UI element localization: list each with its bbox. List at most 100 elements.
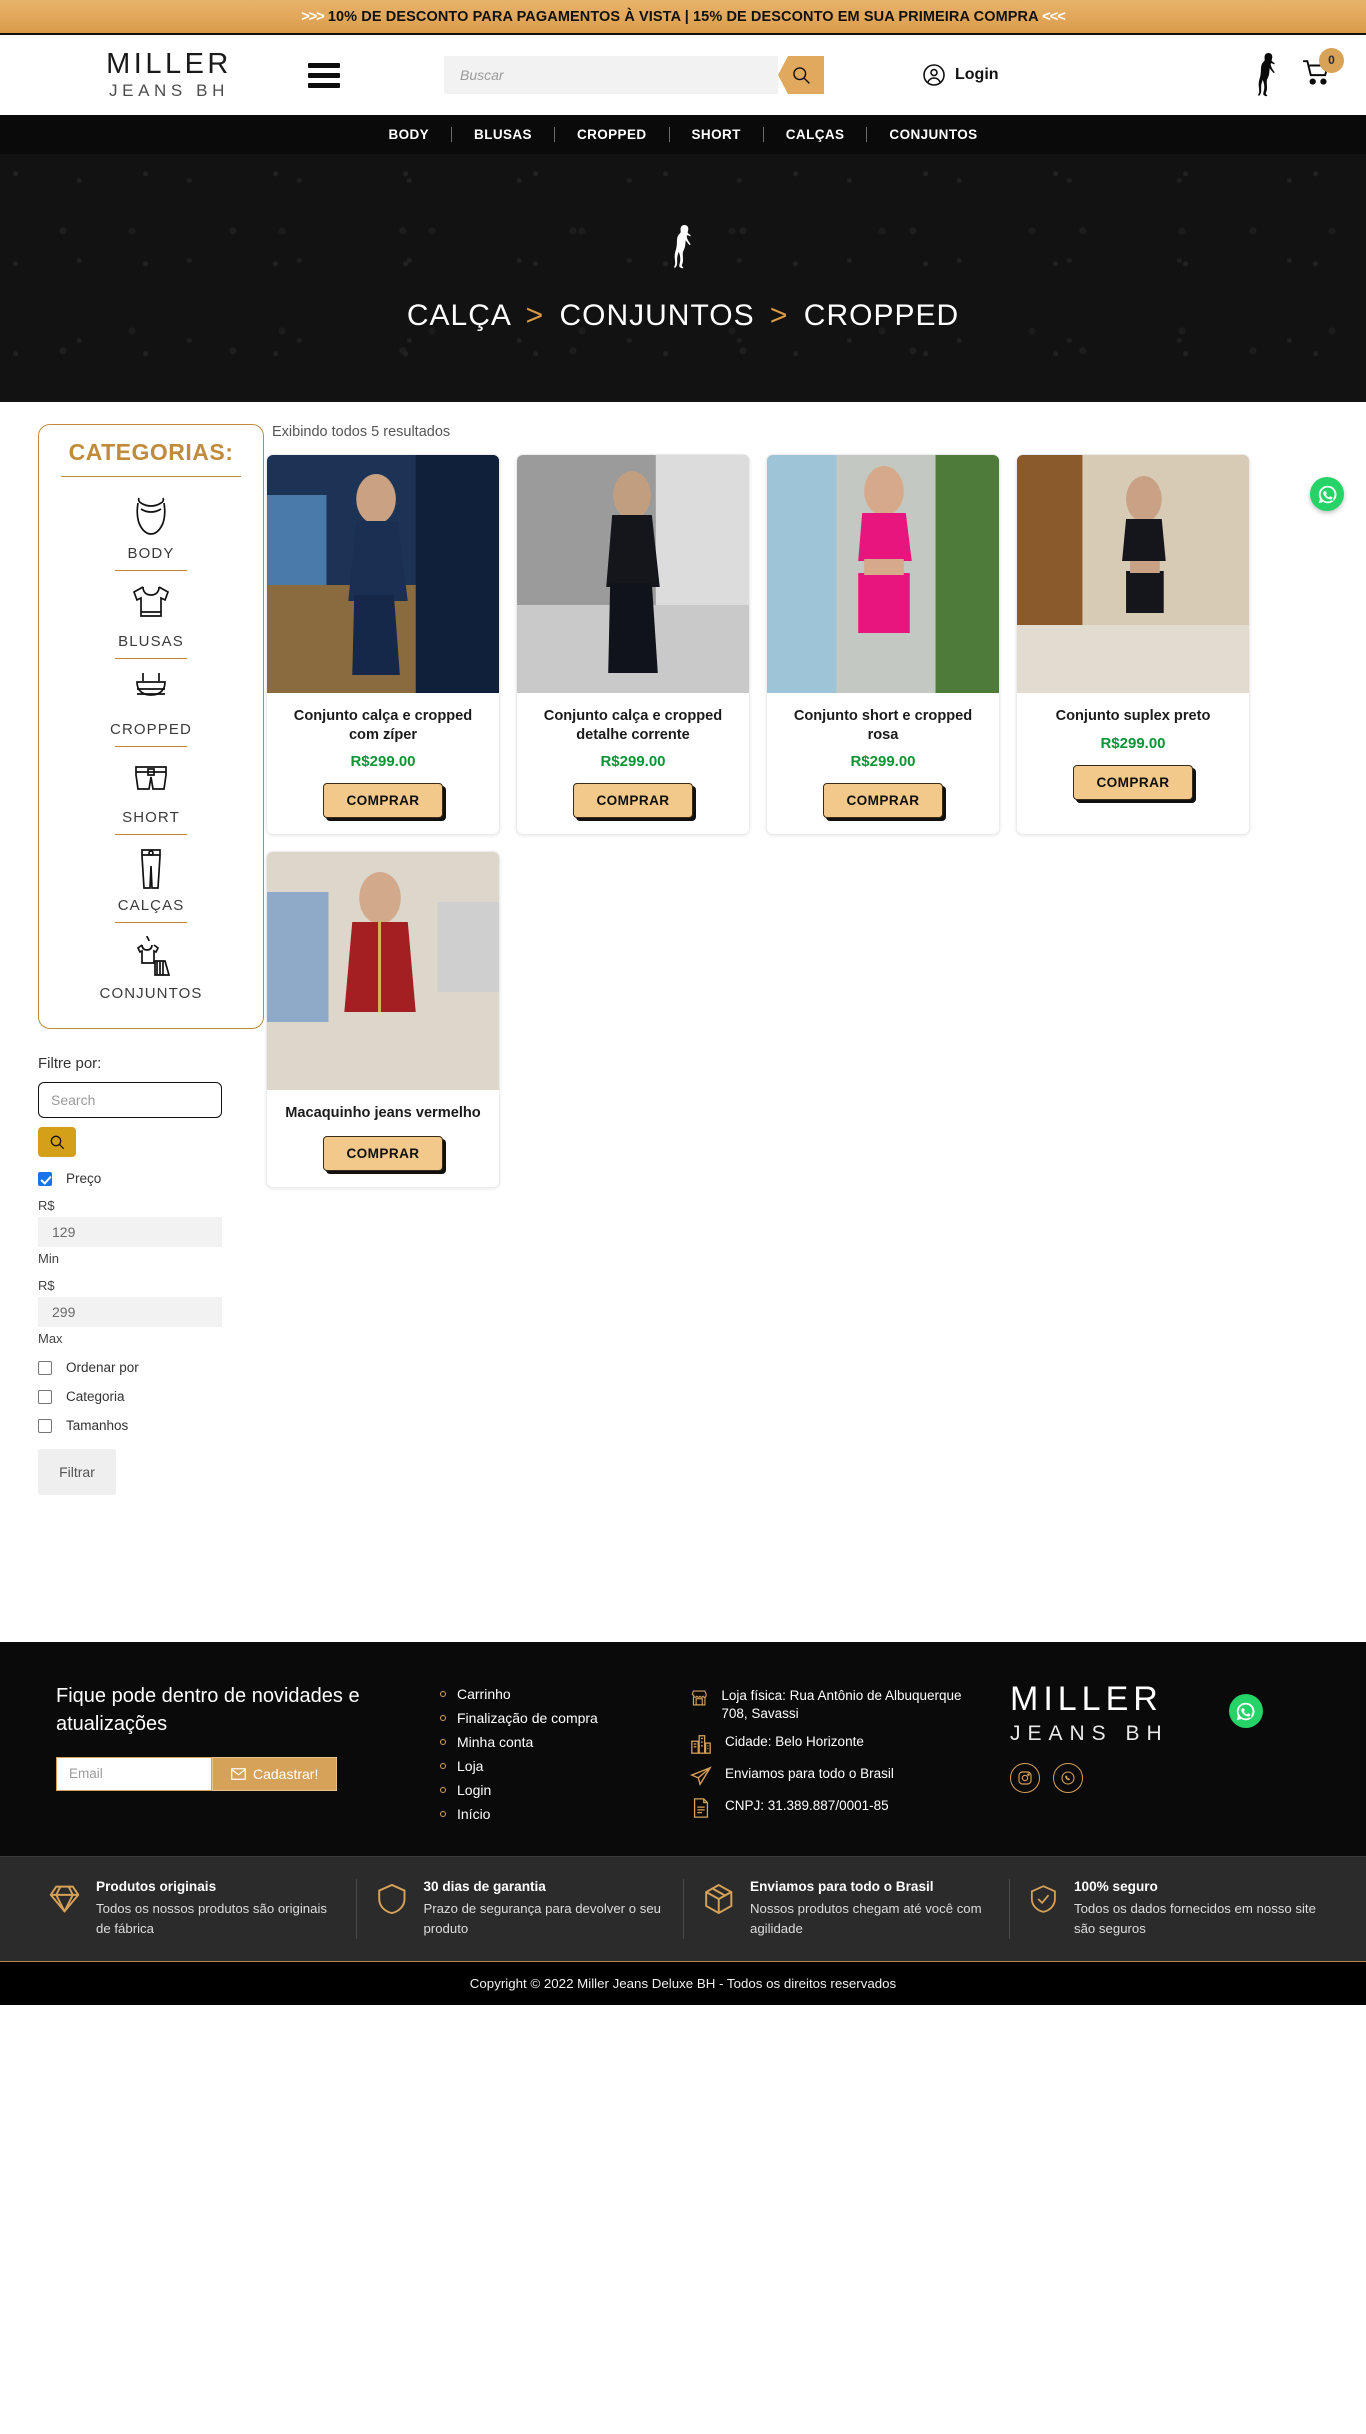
hamburger-menu-icon[interactable] [308,62,354,88]
newsletter-form: Cadastrar! [56,1756,440,1791]
sidebar-item-short[interactable]: SHORT [53,747,249,834]
sidebar-item-label: CROPPED [110,721,192,738]
product-card[interactable]: Conjunto suplex preto R$299.00 COMPRAR [1016,454,1250,836]
footer-link-label: Login [457,1782,492,1798]
buy-button[interactable]: COMPRAR [323,783,443,819]
footer-link-label: Minha conta [457,1734,534,1750]
nav-item-short[interactable]: SHORT [670,127,763,142]
whatsapp-float-button[interactable] [1310,477,1344,511]
product-image [267,455,499,693]
header-search [444,56,824,94]
footer-link-label: Carrinho [457,1686,511,1702]
newsletter-email-input[interactable] [56,1756,212,1791]
breadcrumb-item-cropped[interactable]: CROPPED [804,299,959,332]
filter-sizes-checkbox[interactable] [38,1418,52,1433]
footer-info-text: CNPJ: 31.389.887/0001-85 [725,1797,889,1813]
filter-price-label: Preço [66,1171,102,1186]
box-icon [704,1883,732,1915]
shield-check-icon [1031,1885,1057,1913]
newsletter-signup-button[interactable]: Cadastrar! [212,1756,338,1791]
whatsapp-footer-float-button[interactable] [1228,1694,1263,1728]
filter-panel: Filtre por: Preço R$ Min R$ Max Ordenar … [38,1029,248,1495]
filter-price-checkbox[interactable] [38,1171,52,1186]
product-card-body: Conjunto calça e cropped detalhe corrent… [517,693,749,834]
footer-link-inicio[interactable]: Início [440,1802,690,1826]
product-image [267,852,499,1091]
site-header: MILLER JEANS BH Login 0 [0,35,1366,115]
footer-brand: MILLER JEANS BH [990,1681,1366,1826]
trust-badges-bar: Produtos originais Todos os nossos produ… [0,1856,1366,1961]
footer-link-finalizacao[interactable]: Finalização de compra [440,1706,690,1730]
product-card[interactable]: Conjunto calça e cropped detalhe corrent… [516,454,750,836]
search-icon [50,1135,65,1150]
search-submit-button[interactable] [778,56,824,94]
whatsapp-link[interactable] [1053,1763,1083,1794]
footer-link-label: Finalização de compra [457,1710,598,1726]
trust-title: 100% seguro [1074,1879,1158,1894]
product-card-body: Conjunto suplex preto R$299.00 COMPRAR [1017,693,1249,816]
price-max-caption: Max [38,1331,63,1346]
footer-info-text: Enviamos para todo o Brasil [725,1765,894,1781]
price-max-input[interactable] [38,1297,222,1327]
promo-banner-text: >>> 10% DE DESCONTO PARA PAGAMENTOS À VI… [301,8,1065,25]
product-image [517,455,749,693]
login-button[interactable]: Login [922,63,999,87]
sidebar-item-label: BODY [127,545,175,562]
nav-list: BODY BLUSAS CROPPED SHORT CALÇAS CONJUNT… [366,127,999,142]
sidebar-item-body[interactable]: BODY [53,483,249,570]
price-min-currency: R$ [38,1198,55,1213]
trust-badge-shipping: Enviamos para todo o Brasil Nossos produ… [682,1879,1010,1939]
breadcrumb-separator-icon: > [525,299,545,332]
product-title: Conjunto suplex preto [1055,708,1211,724]
price-min-input[interactable] [38,1217,222,1247]
site-logo[interactable]: MILLER JEANS BH [0,49,300,101]
footer-link-loja[interactable]: Loja [440,1754,690,1778]
footer-link-carrinho[interactable]: Carrinho [440,1682,690,1706]
trust-badge-secure: 100% seguro Todos os dados fornecidos em… [1009,1879,1336,1939]
footer-link-minha-conta[interactable]: Minha conta [440,1730,690,1754]
instagram-link[interactable] [1010,1763,1040,1794]
city-icon [691,1735,711,1754]
product-title: Conjunto calça e cropped detalhe corrent… [543,708,723,743]
product-price: R$299.00 [1100,734,1166,752]
breadcrumb-item-conjuntos[interactable]: CONJUNTOS [559,299,754,332]
promo-arrows-left: >>> [301,8,324,25]
buy-button[interactable]: COMPRAR [573,783,693,819]
sidebar-item-conjuntos[interactable]: CONJUNTOS [53,923,249,1010]
filter-search-button[interactable] [38,1127,76,1157]
search-input[interactable] [444,56,778,94]
breadcrumb-item-calca[interactable]: CALÇA [407,299,510,332]
sidebar-item-calcas[interactable]: CALÇAS [53,835,249,922]
product-card[interactable]: Conjunto calça e cropped com zíper R$299… [266,454,500,836]
newsletter-signup-label: Cadastrar! [253,1765,319,1782]
cart-button[interactable]: 0 [1302,47,1344,92]
trust-desc: Prazo de segurança para devolver o seu p… [423,1901,661,1936]
footer-store-info: Loja física: Rua Antônio de Albuquerque … [690,1682,990,1826]
filter-sort-checkbox[interactable] [38,1360,52,1375]
categories-card: CATEGORIAS: BODY BLUSAS CROPPED SHORT CA… [38,424,264,1029]
search-icon [793,67,810,84]
sidebar-item-blusas[interactable]: BLUSAS [53,571,249,658]
filter-search-input[interactable] [38,1082,222,1118]
breadcrumb: CALÇA > CONJUNTOS > CROPPED [407,299,959,333]
product-price: R$299.00 [600,753,666,771]
nav-item-body[interactable]: BODY [366,127,451,142]
nav-item-blusas[interactable]: BLUSAS [452,127,554,142]
filter-category-checkbox[interactable] [38,1389,52,1404]
nav-item-calcas[interactable]: CALÇAS [764,127,867,142]
sidebar-item-cropped[interactable]: CROPPED [53,659,249,746]
footer-link-login[interactable]: Login [440,1778,690,1802]
buy-button[interactable]: COMPRAR [323,1136,443,1172]
whatsapp-icon [1318,485,1337,503]
product-card[interactable]: Conjunto short e cropped rosa R$299.00 C… [766,454,1000,836]
filter-submit-button[interactable]: Filtrar [38,1449,116,1495]
whatsapp-icon [1236,1702,1255,1720]
nav-item-cropped[interactable]: CROPPED [555,127,669,142]
buy-button[interactable]: COMPRAR [823,783,943,819]
sidebar-item-label: CONJUNTOS [99,985,203,1002]
sidebar-item-label: BLUSAS [118,633,184,650]
nav-item-conjuntos[interactable]: CONJUNTOS [867,127,999,142]
buy-button[interactable]: COMPRAR [1073,764,1193,800]
product-card[interactable]: Macaquinho jeans vermelho COMPRAR [266,851,500,1189]
bullet-icon [440,1691,446,1697]
